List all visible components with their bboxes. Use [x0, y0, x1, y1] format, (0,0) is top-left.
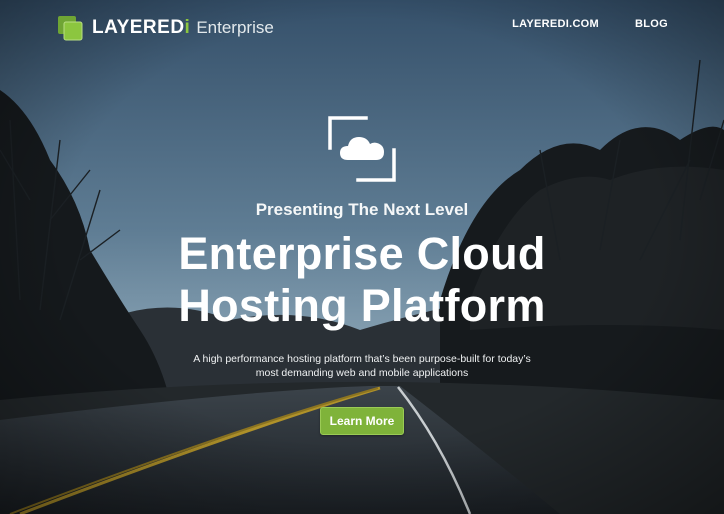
nav-link-blog[interactable]: BLOG [635, 18, 668, 30]
tagline-line-1: A high performance hosting platform that… [193, 353, 531, 365]
hero-headline: Enterprise Cloud Hosting Platform [0, 228, 724, 332]
brand-subtitle: Enterprise [196, 18, 274, 37]
hero-eyebrow: Presenting The Next Level [255, 200, 469, 219]
site-header: LAYEREDi Enterprise LAYEREDI.COM BLOG [0, 0, 724, 56]
brand-name: LAYEREDi [92, 17, 191, 38]
hero-tagline: A high performance hosting platform that… [0, 352, 724, 380]
brand-logo[interactable]: LAYEREDi Enterprise [56, 13, 274, 43]
layers-logo-icon [58, 16, 83, 41]
learn-more-button[interactable]: Learn More [320, 407, 404, 435]
cloud-icon [328, 116, 396, 182]
top-nav: LAYEREDI.COM BLOG [512, 18, 668, 30]
nav-link-layeredi-com[interactable]: LAYEREDI.COM [512, 18, 599, 30]
headline-line-1: Enterprise Cloud [178, 228, 546, 279]
tagline-line-2: most demanding web and mobile applicatio… [255, 367, 469, 379]
headline-line-2: Hosting Platform [178, 280, 546, 331]
brand-name-i: i [184, 17, 191, 38]
